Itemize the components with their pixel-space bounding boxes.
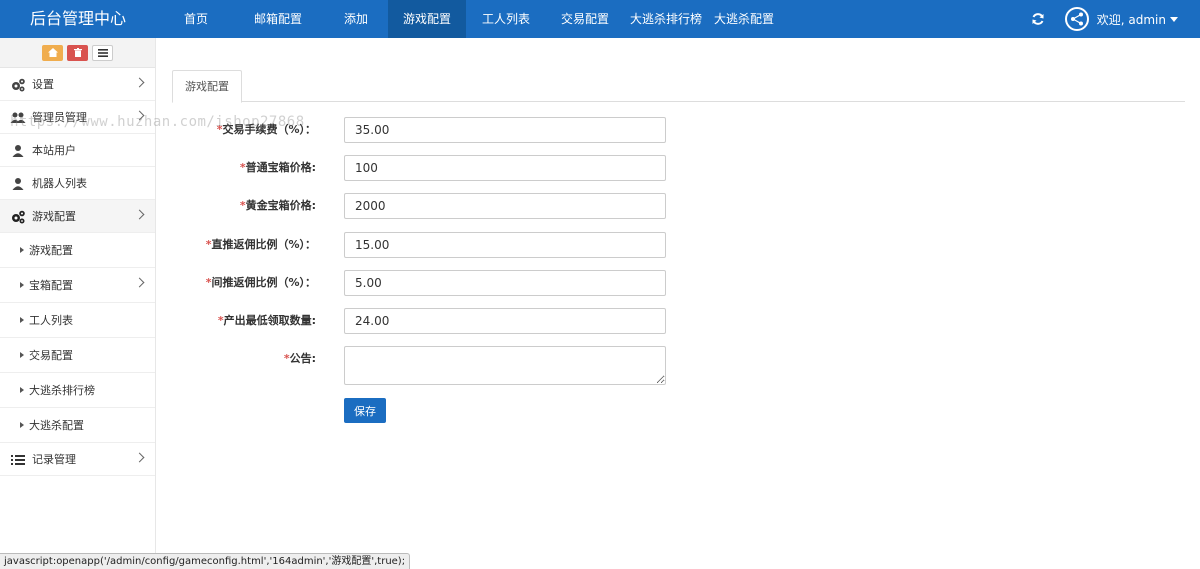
home-shortcut-button[interactable] [42,44,63,61]
nav-item-worker-list[interactable]: 工人列表 [466,0,546,38]
nav-item-battle-royale-config[interactable]: 大逃杀配置 [708,0,780,38]
indirect-rebate-label: *间推返佣比例（%）： [205,276,316,289]
announcement-label: *公告: [283,352,316,365]
caret-right-icon [20,247,24,253]
sidebar-subitem-battle-royale-config[interactable]: 大逃杀配置 [0,408,155,443]
gears-icon [12,78,25,92]
direct-rebate-label: *直推返佣比例（%）： [205,238,316,251]
brand-title[interactable]: 后台管理中心 [0,0,156,38]
trade-fee-input[interactable] [344,117,666,143]
sidebar-subitem-game-config[interactable]: 游戏配置 [0,233,155,268]
chevron-right-icon [134,277,145,288]
form-row-min-claim: *产出最低领取数量: [157,308,857,334]
chevron-right-icon [134,110,145,121]
chevron-right-icon [134,209,145,220]
trade-fee-label: *交易手续费（%）： [216,123,316,136]
sidebar-item-label: 工人列表 [29,314,73,327]
nav-item-trade-config[interactable]: 交易配置 [546,0,624,38]
top-right-area: 欢迎, admin [1027,0,1200,38]
nav-item-battle-royale-ranking[interactable]: 大逃杀排行榜 [624,0,708,38]
browser-status-bar: javascript:openapp('/admin/config/gameco… [0,553,411,569]
nav-item-game-config[interactable]: 游戏配置 [388,0,466,38]
sidebar: 设置 管理员管理 本站用户 机器人列表 游戏配置 游戏配置 宝箱配置 工人列表 … [0,38,156,569]
sidebar-item-label: 设置 [32,78,54,91]
sidebar-subitem-battle-royale-ranking[interactable]: 大逃杀排行榜 [0,373,155,408]
sidebar-item-settings[interactable]: 设置 [0,68,155,101]
main-content: 游戏配置 *交易手续费（%）： *普通宝箱价格: *黄金宝箱价格: *直推返佣比… [157,38,1200,569]
sidebar-item-label: 本站用户 [32,144,76,157]
list-icon [11,455,25,465]
sidebar-item-admin-management[interactable]: 管理员管理 [0,101,155,134]
welcome-text: 欢迎, admin [1096,12,1166,27]
sidebar-item-game-config[interactable]: 游戏配置 [0,200,155,233]
caret-right-icon [20,387,24,393]
chevron-right-icon [134,77,145,88]
sidebar-item-label: 游戏配置 [29,244,73,257]
list-icon [97,48,108,57]
normal-chest-price-label: *普通宝箱价格: [239,161,316,174]
sidebar-item-robot-list[interactable]: 机器人列表 [0,167,155,200]
chevron-right-icon [134,452,145,463]
form-row-gold-chest-price: *黄金宝箱价格: [157,193,857,219]
top-nav: 首页 邮箱配置 添加 游戏配置 工人列表 交易配置 大逃杀排行榜 大逃杀配置 [160,0,780,38]
sidebar-item-label: 记录管理 [32,453,76,466]
direct-rebate-input[interactable] [344,232,666,258]
sidebar-item-label: 大逃杀排行榜 [29,384,95,397]
min-claim-input[interactable] [344,308,666,334]
trash-icon [73,48,82,57]
caret-right-icon [20,352,24,358]
indirect-rebate-input[interactable] [344,270,666,296]
list-shortcut-button[interactable] [92,44,113,61]
trash-shortcut-button[interactable] [67,44,88,61]
tab-game-config[interactable]: 游戏配置 [172,70,242,103]
sidebar-item-site-users[interactable]: 本站用户 [0,134,155,167]
caret-right-icon [20,317,24,323]
nav-item-add[interactable]: 添加 [324,0,388,38]
sidebar-item-label: 管理员管理 [32,111,87,124]
caret-down-icon [1170,16,1178,22]
sidebar-item-records[interactable]: 记录管理 [0,443,155,476]
sidebar-shortcuts [0,38,155,68]
form-row-indirect-rebate: *间推返佣比例（%）： [157,270,857,296]
normal-chest-price-input[interactable] [344,155,666,181]
announcement-textarea[interactable] [344,346,666,385]
nav-item-email-config[interactable]: 邮箱配置 [232,0,324,38]
avatar-share-icon[interactable] [1064,7,1089,31]
sidebar-item-label: 交易配置 [29,349,73,362]
min-claim-label: *产出最低领取数量: [217,314,316,327]
sidebar-item-label: 游戏配置 [32,210,76,223]
form-row-direct-rebate: *直推返佣比例（%）： [157,232,857,258]
user-menu[interactable]: 欢迎, admin [1097,11,1178,28]
gold-chest-price-label: *黄金宝箱价格: [239,199,316,212]
nav-item-home[interactable]: 首页 [160,0,232,38]
top-navbar: 后台管理中心 首页 邮箱配置 添加 游戏配置 工人列表 交易配置 大逃杀排行榜 … [0,0,1200,38]
form-row-trade-fee: *交易手续费（%）： [157,117,857,143]
form-row-normal-chest-price: *普通宝箱价格: [157,155,857,181]
sidebar-subitem-worker-list[interactable]: 工人列表 [0,303,155,338]
sidebar-subitem-trade-config[interactable]: 交易配置 [0,338,155,373]
gold-chest-price-input[interactable] [344,193,666,219]
gears-icon [12,210,25,224]
user-icon [12,178,24,190]
caret-right-icon [20,282,24,288]
user-icon [12,145,24,157]
form-row-announcement: *公告: [157,346,857,386]
users-icon [10,112,26,123]
refresh-icon[interactable] [1027,8,1049,30]
home-icon [47,48,58,57]
sidebar-item-label: 机器人列表 [32,177,87,190]
sidebar-subitem-chest-config[interactable]: 宝箱配置 [0,268,155,303]
save-button[interactable]: 保存 [344,398,386,423]
sidebar-item-label: 宝箱配置 [29,279,73,292]
sidebar-item-label: 大逃杀配置 [29,419,84,432]
tab-bar: 游戏配置 [172,70,1185,103]
caret-right-icon [20,422,24,428]
sidebar-menu: 设置 管理员管理 本站用户 机器人列表 游戏配置 游戏配置 宝箱配置 工人列表 … [0,68,155,476]
